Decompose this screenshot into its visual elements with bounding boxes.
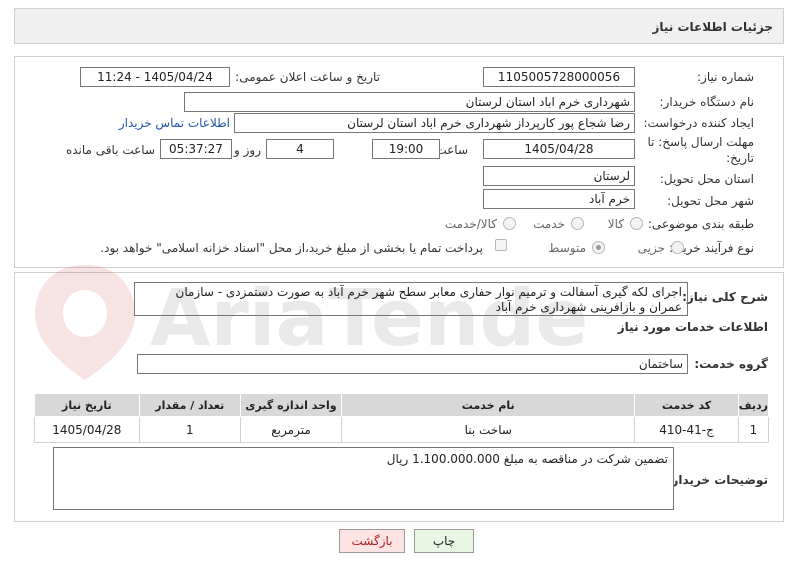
category-label: طبقه بندی موضوعی: xyxy=(647,217,754,231)
city-field[interactable]: خرم آباد xyxy=(483,189,635,209)
requester-label: ایجاد کننده درخواست: xyxy=(643,116,754,130)
col-header-row-number: ردیف xyxy=(737,393,770,417)
service-group-field[interactable]: ساختمان xyxy=(137,354,688,374)
summary-label: شرح کلی نیاز: xyxy=(682,290,768,304)
deadline-date-field[interactable]: 1405/04/28 xyxy=(483,139,635,159)
need-info-panel xyxy=(14,56,784,268)
services-table: ردیف کد خدمت نام خدمت واحد اندازه گیری ت… xyxy=(34,393,770,443)
announce-label: تاریخ و ساعت اعلان عمومی: xyxy=(235,70,380,84)
services-heading: اطلاعات خدمات مورد نیاز xyxy=(617,320,768,334)
col-header-need-date: تاریخ نیاز xyxy=(34,393,140,417)
buyer-notes-textarea[interactable]: تضمین شرکت در مناقصه به مبلغ 1.100.000.0… xyxy=(53,447,674,510)
requester-field[interactable]: رضا شجاع پور کارپرداز شهرداری خرم اباد ا… xyxy=(234,113,635,133)
col-header-service-name: نام خدمت xyxy=(341,393,636,417)
buyer-notes-label: توضیحات خریدار: xyxy=(666,473,768,487)
category-option-goods-service: کالا/خدمت xyxy=(444,217,497,231)
need-number-label: شماره نیاز: xyxy=(697,70,754,84)
remaining-label: ساعت باقی مانده xyxy=(65,143,155,157)
col-header-service-code: کد خدمت xyxy=(634,393,739,417)
days-label: روز و xyxy=(234,143,261,157)
cell-service-code: ج-41-410 xyxy=(634,416,739,443)
announce-field[interactable]: 1405/04/24 - 11:24 xyxy=(80,67,230,87)
province-field[interactable]: لرستان xyxy=(483,166,635,186)
remaining-time-field[interactable]: 05:37:27 xyxy=(160,139,232,159)
back-button[interactable]: بازگشت xyxy=(339,529,405,553)
service-group-label: گروه خدمت: xyxy=(694,357,768,371)
city-label: شهر محل تحویل: xyxy=(667,194,754,208)
print-button[interactable]: چاپ xyxy=(414,529,474,553)
category-radio-service[interactable] xyxy=(571,217,584,230)
province-label: استان محل تحویل: xyxy=(659,172,754,186)
category-radio-goods[interactable] xyxy=(630,217,643,230)
summary-textarea[interactable]: اجرای لکه گیری آسفالت و ترمیم نوار حفاری… xyxy=(134,282,688,316)
process-radio-medium[interactable] xyxy=(592,241,605,254)
need-number-field[interactable]: 1105005728000056 xyxy=(483,67,635,87)
deadline-time-field[interactable]: 19:00 xyxy=(372,139,440,159)
cell-row-number: 1 xyxy=(737,416,770,443)
deadline-label-line2: تاریخ: xyxy=(726,151,754,165)
buyer-org-label: نام دستگاه خریدار: xyxy=(659,95,755,109)
buyer-contact-link[interactable]: اطلاعات تماس خریدار xyxy=(119,116,230,130)
process-option-minor: جزیی xyxy=(637,241,665,255)
category-option-goods: کالا xyxy=(607,217,624,231)
category-radio-goods-service[interactable] xyxy=(503,217,516,230)
col-header-unit: واحد اندازه گیری xyxy=(239,393,343,417)
days-count-field[interactable]: 4 xyxy=(266,139,334,159)
cell-unit: مترمربع xyxy=(239,416,343,443)
page-title: جزئیات اطلاعات نیاز xyxy=(652,20,773,34)
cell-need-date: 1405/04/28 xyxy=(34,416,140,443)
page-header: جزئیات اطلاعات نیاز xyxy=(14,8,784,44)
table-header-row: ردیف کد خدمت نام خدمت واحد اندازه گیری ت… xyxy=(34,393,770,417)
col-header-quantity: تعداد / مقدار xyxy=(138,393,241,417)
cell-quantity: 1 xyxy=(138,416,241,443)
cell-service-name: ساخت بنا xyxy=(341,416,636,443)
process-radio-minor[interactable] xyxy=(671,241,684,254)
table-row: 1 ج-41-410 ساخت بنا مترمربع 1 1405/04/28 xyxy=(34,416,770,443)
category-option-service: خدمت xyxy=(533,217,565,231)
buyer-org-field[interactable]: شهرداری خرم اباد استان لرستان xyxy=(184,92,635,112)
time-label: ساعت xyxy=(435,143,468,157)
deadline-label-line1: مهلت ارسال پاسخ: تا xyxy=(647,135,754,149)
